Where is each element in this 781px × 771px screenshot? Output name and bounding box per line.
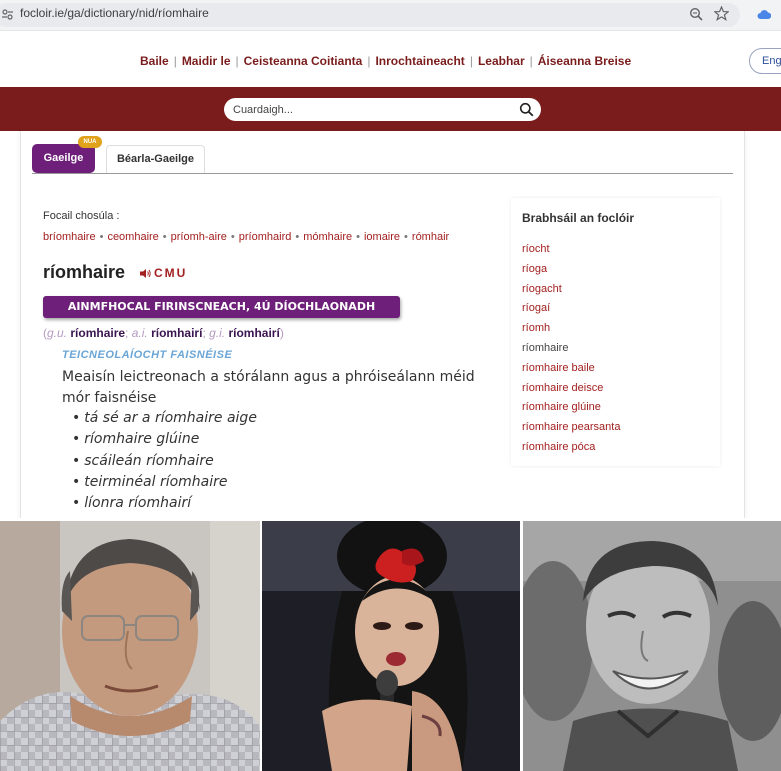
photo-strip xyxy=(0,518,781,771)
nom-plural-form: ríomhairí xyxy=(151,326,203,340)
search-icon[interactable] xyxy=(519,102,534,117)
part-of-speech-badge: AINMFHOCAL FIRINSCNEACH, 4Ú DÍOCHLAONADH xyxy=(43,296,400,318)
cloud-icon[interactable] xyxy=(757,8,771,20)
nav-link-baile[interactable]: Baile xyxy=(140,54,169,68)
similar-word-link[interactable]: mómhaire xyxy=(303,231,352,243)
search-band xyxy=(0,87,781,131)
definition-text: Meaisín leictreonach a stórálann agus a … xyxy=(62,369,475,406)
language-button[interactable]: Engl xyxy=(749,48,781,74)
browse-item[interactable]: ríomhaire pearsanta xyxy=(522,418,620,438)
nom-plural-label: a.i. xyxy=(131,326,148,340)
url-text[interactable]: focloir.ie/ga/dictionary/nid/ríomhaire xyxy=(20,6,209,20)
star-icon[interactable] xyxy=(714,6,729,21)
new-badge: NUA xyxy=(78,136,102,148)
browse-list: ríocht ríoga ríogacht ríogaí ríomh ríomh… xyxy=(522,240,620,458)
nav-link-maidir-le[interactable]: Maidir le xyxy=(182,54,231,68)
similar-word-link[interactable]: rómhair xyxy=(412,231,449,243)
browse-item[interactable]: ríocht xyxy=(522,240,620,260)
photo-singer-with-microphone xyxy=(262,521,520,771)
gen-plural-form: ríomhairí xyxy=(228,326,280,340)
browse-item[interactable]: ríoga xyxy=(522,260,620,280)
speaker-icon[interactable] xyxy=(140,268,152,279)
similar-word-link[interactable]: príomh-aire xyxy=(171,231,227,243)
nav-links: Baile | Maidir le | Ceisteanna Coitianta | Inr… xyxy=(140,54,632,68)
zoom-icon[interactable] xyxy=(689,7,703,21)
browse-item[interactable]: ríomh xyxy=(522,319,620,339)
tab-bearla-gaeilge[interactable]: Béarla-Gaeilge xyxy=(106,145,205,173)
site-settings-icon[interactable] xyxy=(2,9,13,20)
similar-word-link[interactable]: príomhaird xyxy=(239,231,292,243)
tab-gaeilge[interactable]: Gaeilge xyxy=(32,144,95,173)
browse-item[interactable]: ríomhaire glúine xyxy=(522,398,620,418)
example-item: ríomhaire glúine xyxy=(72,429,257,450)
nav-link-inrochtaineacht[interactable]: Inrochtaineacht xyxy=(375,54,464,68)
page: focloir.ie/ga/dictionary/nid/ríomhaire B… xyxy=(0,0,781,771)
example-item: tá sé ar a ríomhaire aige xyxy=(72,408,257,429)
similar-word-link[interactable]: iomaire xyxy=(364,231,400,243)
inflected-forms: (g.u. ríomhaire; a.i. ríomhairí; g.i. rí… xyxy=(43,326,284,340)
photo-man-with-glasses xyxy=(0,521,260,771)
browse-item[interactable]: ríogaí xyxy=(522,299,620,319)
example-item: líonra ríomhairí xyxy=(72,493,257,514)
search-input[interactable] xyxy=(233,101,503,118)
browse-item[interactable]: ríomhaire póca xyxy=(522,438,620,458)
browse-item-current: ríomhaire xyxy=(522,341,569,354)
browse-item[interactable]: ríogacht xyxy=(522,280,620,300)
gen-plural-label: g.i. xyxy=(209,326,226,340)
similar-words-label: Focail chosúla : xyxy=(43,210,120,222)
genitive-label: g.u. xyxy=(47,326,68,340)
browser-address-bar: focloir.ie/ga/dictionary/nid/ríomhaire xyxy=(0,0,781,30)
genitive-form: ríomhaire xyxy=(70,326,126,340)
domain-label: TEICNEOLAÍOCHT FAISNÉISE xyxy=(62,349,233,361)
example-list: tá sé ar a ríomhaire aige ríomhaire glúi… xyxy=(72,408,257,514)
site-navigation: Baile | Maidir le | Ceisteanna Coitianta | Inr… xyxy=(0,30,781,87)
nav-link-ceisteanna-coitianta[interactable]: Ceisteanna Coitianta xyxy=(244,54,363,68)
similar-word-link[interactable]: ceomhaire xyxy=(107,231,158,243)
headword: ríomhaire xyxy=(43,262,126,282)
similar-word-link[interactable]: bríomhaire xyxy=(43,231,96,243)
browse-title: Brabhsáil an foclóir xyxy=(522,211,635,225)
nav-link-leabhar[interactable]: Leabhar xyxy=(478,54,525,68)
example-item: scáileán ríomhaire xyxy=(72,451,257,472)
photo-soldier-smiling xyxy=(523,521,781,771)
dialect-audio-link[interactable]: CMU xyxy=(154,266,187,280)
example-item: teirminéal ríomhaire xyxy=(72,472,257,493)
browse-item[interactable]: ríomhaire baile xyxy=(522,359,620,379)
nav-link-aiseanna-breise[interactable]: Áiseanna Breise xyxy=(538,54,631,68)
search-box xyxy=(224,98,541,121)
browse-item[interactable]: ríomhaire deisce xyxy=(522,379,620,399)
similar-words-list: bríomhaire • ceomhaire • príomh-aire • príomha… xyxy=(43,231,450,243)
tab-divider xyxy=(32,173,733,174)
